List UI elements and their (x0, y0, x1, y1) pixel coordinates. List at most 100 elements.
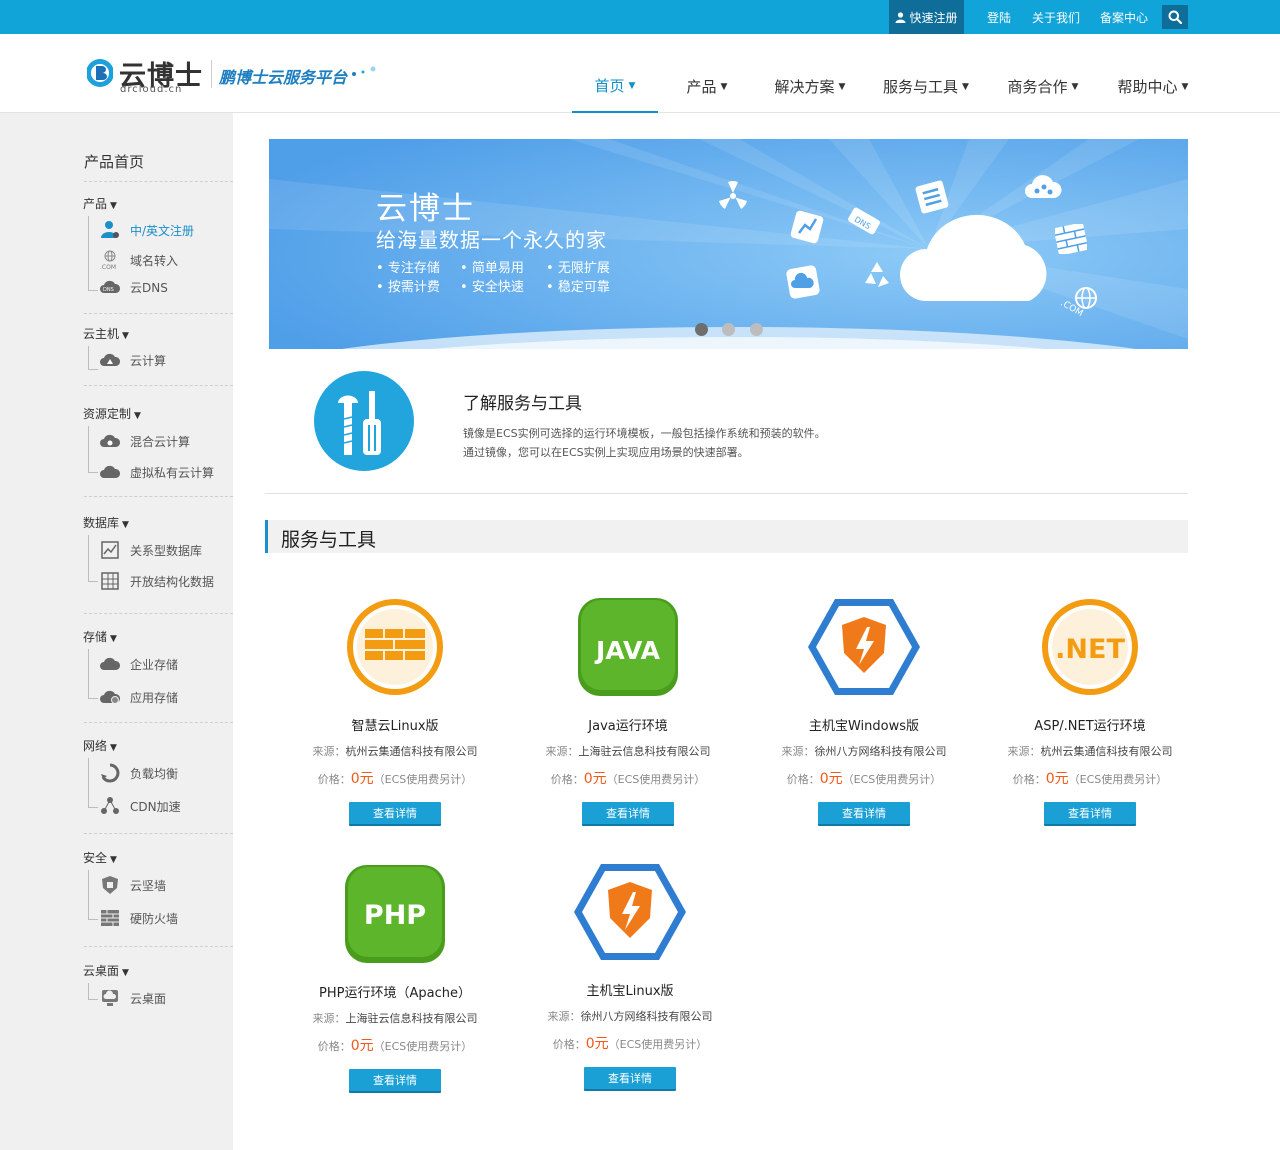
about-link[interactable]: 关于我们 (1032, 9, 1080, 26)
sidebar-divider (84, 496, 233, 497)
card-name[interactable]: ASP/.NET运行环境 (974, 715, 1206, 734)
sidebar-group-network[interactable]: 网络 ▼ (83, 737, 117, 754)
card-name[interactable]: Java运行环境 (512, 715, 744, 734)
wall-badge-icon[interactable] (345, 597, 445, 697)
sidebar-item-cloud-dns[interactable]: DNS 云DNS (99, 276, 168, 298)
view-details-button[interactable]: 查看详情 (349, 1069, 441, 1091)
view-details-button[interactable]: 查看详情 (584, 1067, 676, 1089)
sidebar-item-cloud-desktop[interactable]: 云桌面 (99, 987, 166, 1009)
sidebar-item-load-balance[interactable]: 负载均衡 (99, 762, 178, 784)
sidebar-item-hw-firewall[interactable]: 硬防火墙 (99, 907, 178, 929)
view-details-button[interactable]: 查看详情 (582, 802, 674, 824)
nav-business[interactable]: 商务合作 ▼ (1000, 34, 1086, 113)
nav-help[interactable]: 帮助中心 ▼ (1110, 34, 1196, 113)
sidebar-item-label: 云桌面 (130, 991, 167, 1006)
card-source-value: 徐州八方网络科技有限公司 (814, 745, 947, 758)
com-tag-icon: .COM (1059, 298, 1085, 319)
card-source: 来源：徐州八方网络科技有限公司 (514, 1008, 746, 1024)
card-name[interactable]: 主机宝Linux版 (514, 980, 746, 999)
sidebar-item-label: 云计算 (130, 353, 167, 368)
carousel-dot-1[interactable] (695, 323, 708, 336)
sidebar-item-domain-transfer[interactable]: .COM 域名转入 (99, 249, 178, 271)
view-details-button[interactable]: 查看详情 (818, 802, 910, 824)
nav-solutions[interactable]: 解决方案 ▼ (766, 34, 854, 113)
sidebar-group-security[interactable]: 安全 ▼ (83, 849, 117, 866)
sidebar-divider (84, 613, 233, 614)
sidebar-group-custom[interactable]: 资源定制 ▼ (83, 405, 141, 422)
tree-line (88, 649, 98, 699)
sidebar-item-hybrid-cloud[interactable]: 混合云计算 (99, 430, 190, 452)
sidebar-group-desktop[interactable]: 云桌面 ▼ (83, 962, 129, 979)
com-tag-label: .COM (1059, 298, 1085, 319)
card-price-label: 价格： (317, 773, 351, 786)
card-name[interactable]: PHP运行环境（Apache） (279, 982, 511, 1001)
caret-down-icon: ▼ (1181, 81, 1189, 92)
hex-shield-icon[interactable] (808, 597, 920, 697)
java-icon[interactable]: JAVA (578, 597, 678, 697)
banner-title: 云博士 (376, 191, 475, 227)
view-details-button[interactable]: 查看详情 (349, 802, 441, 824)
sidebar-item-cdn[interactable]: CDN加速 (99, 795, 181, 817)
svg-text:.COM: .COM (100, 264, 116, 270)
hero-banner[interactable]: 云博士 给海量数据一个永久的家 • 专注存储 • 简单易用 • 无限扩展 • 按… (269, 139, 1188, 349)
card-name[interactable]: 主机宝Windows版 (748, 715, 980, 734)
sidebar-home-link[interactable]: 产品首页 (84, 151, 144, 172)
search-button[interactable] (1162, 5, 1188, 29)
sidebar-item-label: 关系型数据库 (130, 543, 203, 558)
logo-separator (211, 60, 212, 88)
banner-feature: • 无限扩展 (546, 261, 610, 276)
sidebar-item-relational-db[interactable]: 关系型数据库 (99, 539, 202, 561)
svg-text:DNS: DNS (103, 287, 114, 293)
sidebar-item-private-cloud[interactable]: 虚拟私有云计算 (99, 461, 214, 483)
sidebar-item-cloud-shield[interactable]: 云坚墙 (99, 874, 166, 896)
nav-home[interactable]: 首页 ▼ (572, 34, 658, 113)
card-price-note: （ECS使用费另计） (608, 1038, 708, 1051)
sidebar-item-enterprise-storage[interactable]: 企业存储 (99, 653, 178, 675)
feature-text: 无限扩展 (557, 261, 610, 276)
icp-link[interactable]: 备案中心 (1100, 9, 1148, 26)
sidebar-item-app-storage[interactable]: 应用存储 (99, 686, 178, 708)
dotnet-icon-text: .NET (1055, 634, 1125, 665)
nav-products[interactable]: 产品 ▼ (676, 34, 738, 113)
brick-wall-icon (1055, 224, 1087, 254)
sidebar-group-product[interactable]: 产品 ▼ (83, 195, 117, 212)
hex-shield-icon[interactable] (574, 862, 686, 962)
view-details-button[interactable]: 查看详情 (1044, 802, 1136, 824)
service-card: 主机宝Windows版 来源：徐州八方网络科技有限公司 价格：0元（ECS使用费… (748, 597, 980, 847)
card-price-value: 0元 (350, 771, 374, 787)
user-icon (895, 11, 906, 23)
sidebar-item-domain-register[interactable]: 中/英文注册 (99, 219, 194, 241)
intro-line: 通过镜像，您可以在ECS实例上实现应用场景的快速部署。 (463, 446, 749, 459)
sidebar-item-label: 硬防火墙 (130, 911, 179, 926)
sidebar-group-label: 存储 (83, 630, 108, 644)
sidebar-divider (84, 313, 233, 314)
nav-services-tools[interactable]: 服务与工具 ▼ (876, 34, 976, 113)
dotnet-icon[interactable]: .NET (1040, 597, 1140, 697)
card-source-value: 徐州八方网络科技有限公司 (580, 1010, 713, 1023)
php-icon[interactable]: PHP (345, 864, 445, 964)
sidebar-group-storage[interactable]: 存储 ▼ (83, 628, 117, 645)
sidebar-group-host[interactable]: 云主机 ▼ (83, 325, 129, 342)
sidebar-group-database[interactable]: 数据库 ▼ (83, 514, 129, 531)
tree-line (88, 870, 98, 920)
intro-line: 镜像是ECS实例可选择的运行环境模板，一般包括操作系统和预装的软件。 (463, 427, 826, 440)
sidebar-group-label: 云主机 (83, 327, 120, 341)
card-price-note: （ECS使用费另计） (606, 773, 706, 786)
intro-title: 了解服务与工具 (463, 394, 582, 414)
site-logo[interactable]: 云博士 drcloud.cn 鹏博士云服务平台 (87, 56, 387, 96)
sidebar-item-cloud-compute[interactable]: 云计算 (99, 349, 166, 371)
card-source: 来源：徐州八方网络科技有限公司 (748, 743, 980, 759)
decor-dots-icon (352, 66, 376, 76)
register-button[interactable]: 快速注册 (889, 0, 964, 34)
sidebar-item-structured-data[interactable]: 开放结构化数据 (99, 570, 214, 592)
caret-down-icon: ▼ (110, 634, 117, 644)
search-icon (1168, 10, 1182, 24)
carousel-dot-2[interactable] (722, 323, 735, 336)
sidebar-group-label: 网络 (83, 739, 108, 753)
carousel-dot-3[interactable] (750, 323, 763, 336)
card-price-value: 0元 (350, 1038, 374, 1054)
sidebar-item-label: 中/英文注册 (130, 223, 195, 238)
card-name[interactable]: 智慧云Linux版 (279, 715, 511, 734)
login-link[interactable]: 登陆 (987, 9, 1011, 26)
cloud-desktop-icon (99, 988, 121, 1008)
